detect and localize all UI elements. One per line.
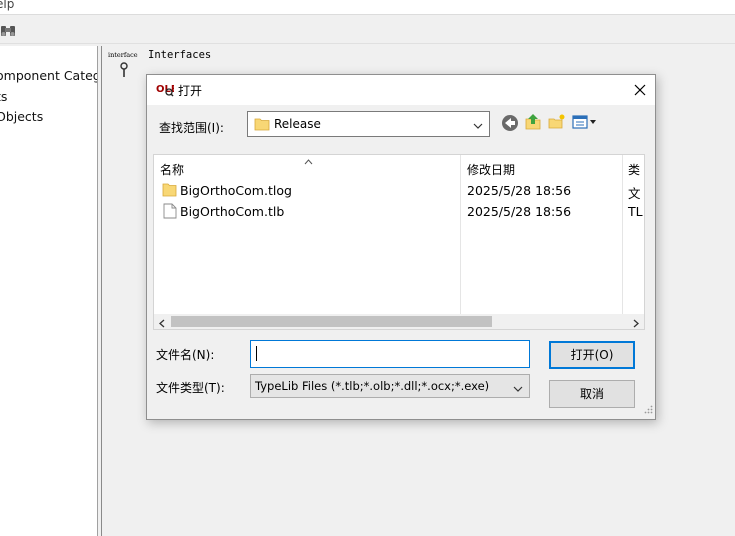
interface-caption: interface bbox=[108, 51, 138, 59]
file-icon bbox=[163, 203, 177, 222]
dialog-title: 打开 bbox=[178, 84, 203, 98]
chevron-left-icon[interactable] bbox=[158, 317, 165, 331]
resize-grip-icon[interactable] bbox=[644, 403, 653, 417]
folder-icon bbox=[254, 117, 270, 134]
new-folder-icon bbox=[548, 114, 565, 129]
column-divider bbox=[460, 155, 461, 315]
view-menu-icon bbox=[572, 115, 596, 129]
object-tree: omponent Categ ts Objects bbox=[0, 46, 97, 536]
tree-item-component-categories[interactable]: omponent Categ bbox=[0, 68, 97, 83]
interfaces-heading: Interfaces bbox=[148, 49, 212, 61]
binoculars-icon[interactable] bbox=[0, 24, 16, 41]
table-row[interactable]: BigOrthoCom.tlog 2025/5/28 18:56 文 bbox=[154, 182, 644, 202]
view-menu-button[interactable] bbox=[572, 113, 600, 133]
column-header-name[interactable]: 名称 bbox=[160, 155, 184, 179]
tree-item-objects[interactable]: ts bbox=[0, 89, 7, 104]
toolbar bbox=[0, 16, 735, 44]
close-button[interactable] bbox=[625, 75, 655, 105]
filetype-label: 文件类型(T): bbox=[156, 381, 225, 395]
up-folder-button[interactable] bbox=[524, 113, 544, 133]
file-modified: 2025/5/28 18:56 bbox=[467, 204, 572, 219]
up-folder-icon bbox=[525, 114, 541, 130]
file-type: TL bbox=[628, 204, 643, 219]
column-divider bbox=[622, 155, 623, 315]
file-name: BigOrthoCom.tlog bbox=[180, 183, 292, 198]
menu-help[interactable]: elp bbox=[0, 0, 14, 11]
look-in-combobox[interactable]: Release bbox=[247, 111, 490, 137]
open-button[interactable]: 打开(O) bbox=[549, 341, 635, 369]
cancel-button[interactable]: 取消 bbox=[549, 380, 635, 408]
open-file-dialog: OLE 打开 查找范围(I): Release bbox=[146, 74, 656, 420]
filetype-value: TypeLib Files (*.tlb;*.olb;*.dll;*.ocx;*… bbox=[255, 379, 490, 393]
new-folder-button[interactable] bbox=[548, 113, 568, 133]
interface-icon bbox=[119, 62, 129, 81]
back-button[interactable] bbox=[501, 114, 521, 134]
look-in-value: Release bbox=[274, 117, 321, 131]
file-list[interactable]: 名称 修改日期 类 BigOrthoCom.tlog 2025/5/28 18:… bbox=[153, 154, 645, 330]
chevron-down-icon bbox=[513, 382, 523, 396]
table-row[interactable]: BigOrthoCom.tlb 2025/5/28 18:56 TL bbox=[154, 203, 644, 223]
file-type: 文 bbox=[628, 186, 641, 201]
file-modified: 2025/5/28 18:56 bbox=[467, 183, 572, 198]
scrollbar-thumb[interactable] bbox=[171, 316, 492, 327]
column-header-type[interactable]: 类 bbox=[628, 155, 640, 179]
close-icon bbox=[634, 84, 646, 96]
back-arrow-icon bbox=[502, 115, 518, 131]
chevron-down-icon bbox=[473, 119, 483, 133]
dialog-titlebar[interactable]: OLE 打开 bbox=[147, 75, 655, 105]
filename-input[interactable] bbox=[250, 340, 530, 368]
filetype-select[interactable]: TypeLib Files (*.tlb;*.olb;*.dll;*.ocx;*… bbox=[250, 374, 530, 398]
horizontal-scrollbar[interactable] bbox=[154, 314, 644, 329]
file-name: BigOrthoCom.tlb bbox=[180, 204, 285, 219]
look-in-label: 查找范围(I): bbox=[159, 121, 224, 135]
filename-label: 文件名(N): bbox=[156, 348, 215, 362]
text-caret bbox=[256, 346, 257, 361]
column-header-modified[interactable]: 修改日期 bbox=[467, 155, 515, 179]
tree-item-all-objects[interactable]: Objects bbox=[0, 109, 43, 124]
folder-icon bbox=[162, 182, 178, 201]
chevron-right-icon[interactable] bbox=[633, 317, 640, 331]
menubar: elp bbox=[0, 0, 735, 15]
app-icon: OLE bbox=[156, 81, 178, 97]
sort-ascending-icon bbox=[304, 154, 313, 168]
